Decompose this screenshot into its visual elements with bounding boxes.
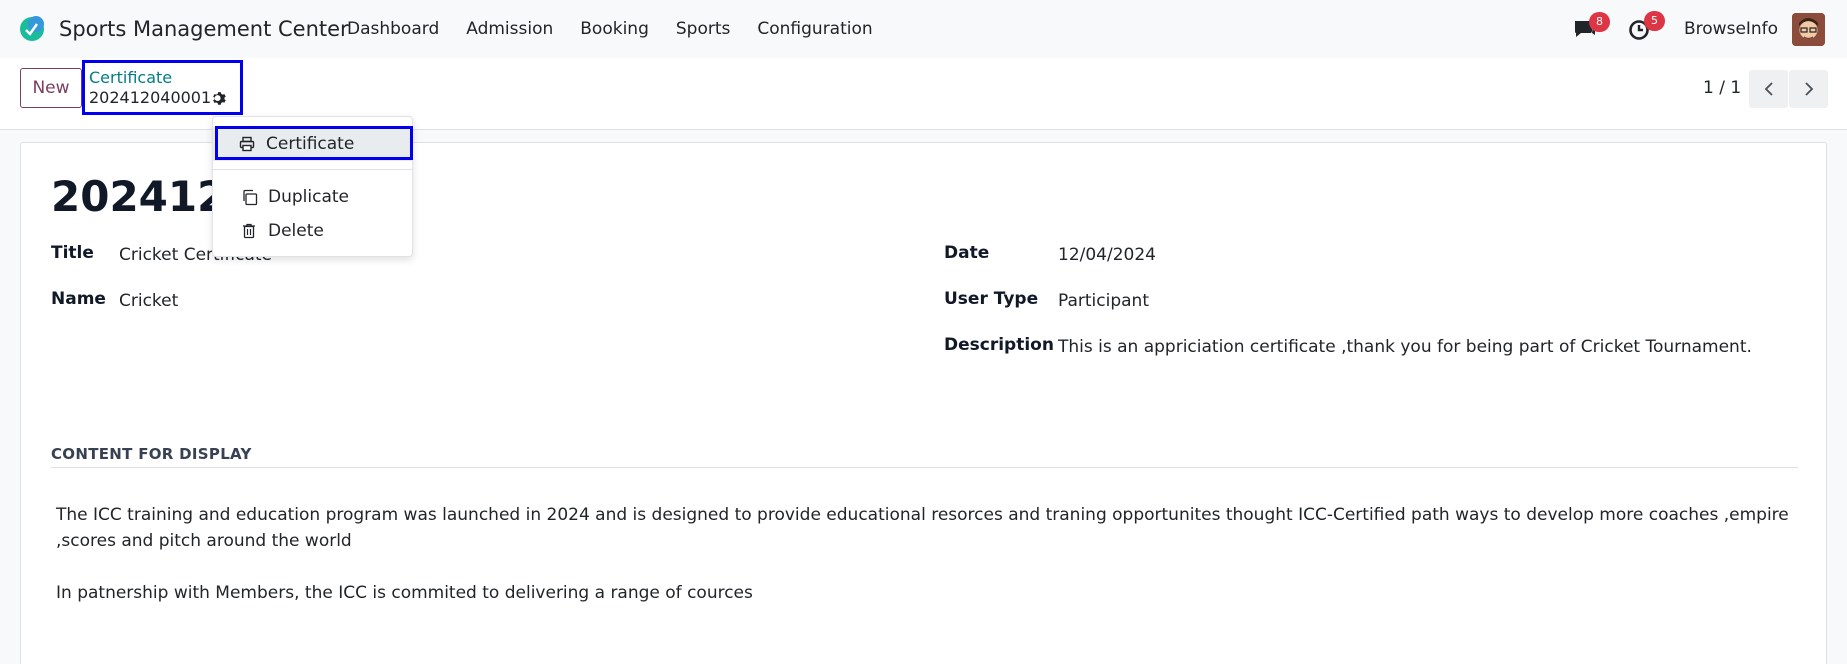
chevron-left-icon [1764, 82, 1773, 96]
date-value[interactable]: 12/04/2024 [1058, 245, 1156, 265]
breadcrumb-current: 202412040001 [89, 88, 212, 107]
user-type-value[interactable]: Participant [1058, 291, 1149, 311]
duplicate-label: Duplicate [268, 187, 349, 207]
messages-badge: 8 [1589, 12, 1610, 32]
breadcrumb-parent[interactable]: Certificate [89, 68, 172, 87]
name-label: Name [51, 289, 106, 309]
name-value[interactable]: Cricket [119, 291, 178, 311]
print-item-highlight [215, 126, 413, 160]
new-button[interactable]: New [20, 68, 82, 108]
menu-booking[interactable]: Booking [580, 19, 649, 39]
duplicate-item[interactable]: Duplicate [213, 180, 412, 214]
description-value[interactable]: This is an appriciation certificate ,tha… [1058, 337, 1752, 357]
gear-icon[interactable] [211, 90, 228, 107]
date-label: Date [944, 243, 990, 263]
user-type-label: User Type [944, 289, 1039, 309]
avatar[interactable] [1792, 13, 1825, 46]
menu-admission[interactable]: Admission [466, 19, 553, 39]
app-logo-icon[interactable] [18, 14, 46, 42]
delete-item[interactable]: Delete [213, 214, 412, 248]
content-paragraph-1[interactable]: The ICC training and education program w… [56, 502, 1796, 554]
app-title[interactable]: Sports Management Center [59, 17, 349, 41]
section-title: CONTENT FOR DISPLAY [51, 445, 252, 463]
avatar-icon [1792, 13, 1825, 46]
menu-dashboard[interactable]: Dashboard [347, 19, 439, 39]
content-paragraph-2[interactable]: In patnership with Members, the ICC is c… [56, 580, 1796, 606]
description-label: Description [944, 335, 1054, 355]
activities-badge: 5 [1644, 11, 1665, 31]
pager-value[interactable]: 1 / 1 [1703, 78, 1741, 98]
dropdown-divider [213, 169, 412, 170]
user-name[interactable]: BrowseInfo [1684, 19, 1778, 39]
section-divider [51, 467, 1798, 468]
title-label: Title [51, 243, 94, 263]
pager-previous-button[interactable] [1749, 70, 1788, 108]
top-navbar: Sports Management Center Dashboard Admis… [0, 0, 1847, 58]
delete-label: Delete [268, 221, 324, 241]
trash-icon [240, 222, 258, 240]
copy-icon [240, 188, 258, 206]
chevron-right-icon [1804, 82, 1813, 96]
pager-next-button[interactable] [1789, 70, 1828, 108]
menu-configuration[interactable]: Configuration [757, 19, 872, 39]
main-menu: Dashboard Admission Booking Sports Confi… [347, 19, 900, 39]
menu-sports[interactable]: Sports [676, 19, 731, 39]
